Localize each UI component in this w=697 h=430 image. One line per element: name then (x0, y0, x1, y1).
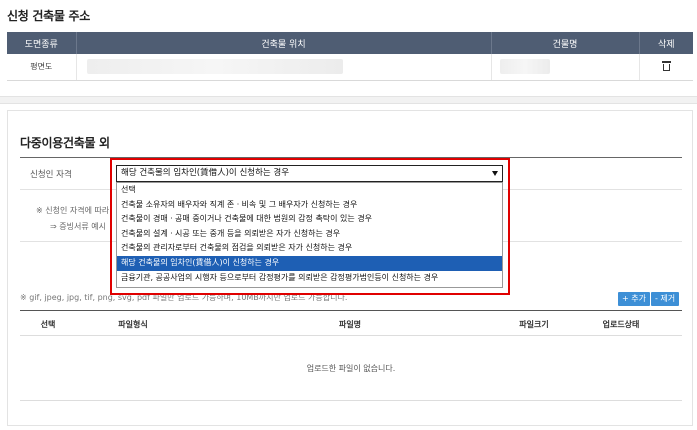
file-col-status: 업로드상태 (602, 320, 640, 329)
remove-file-button[interactable]: - 제거 (651, 292, 680, 306)
location-cell (76, 54, 492, 81)
applicant-qualification-label: 신청인 자격 (30, 170, 72, 180)
col-building-name: 건물명 (491, 32, 640, 54)
file-col-name: 파일명 (338, 320, 362, 329)
col-drawing-type: 도면종류 (7, 32, 77, 54)
section-divider (0, 96, 697, 104)
section-title-multi-use: 다중이용건축물 외 (20, 136, 110, 150)
section-title-address: 신청 건축물 주소 (7, 9, 90, 23)
redacted-location (86, 59, 343, 75)
add-file-button[interactable]: + 추가 (618, 292, 650, 306)
col-building-location: 건축물 위치 (76, 32, 492, 54)
file-table-header: 선택 파일형식 파일명 파일크기 업로드상태 (20, 310, 682, 336)
address-row: 평면도 (7, 54, 693, 81)
delete-cell (639, 54, 693, 81)
evidence-example-note: ⇒ 증빙서류 예시 (50, 222, 106, 231)
redacted-building-name (499, 59, 550, 75)
highlight-box (110, 158, 510, 295)
trash-icon[interactable] (661, 60, 671, 71)
file-empty-message: 업로드한 파일이 없습니다. (20, 337, 682, 401)
address-table: 도면종류 건축물 위치 건물명 삭제 평면도 (7, 32, 693, 81)
file-col-size: 파일크기 (519, 320, 549, 329)
drawing-type-cell: 평면도 (7, 54, 77, 81)
col-delete: 삭제 (639, 32, 693, 54)
qualification-note: ※ 신청인 자격에 따라 (36, 206, 110, 215)
building-name-cell (491, 54, 640, 81)
file-col-type: 파일형식 (118, 320, 148, 329)
file-col-select: 선택 (40, 320, 56, 329)
address-table-header: 도면종류 건축물 위치 건물명 삭제 (7, 32, 693, 54)
